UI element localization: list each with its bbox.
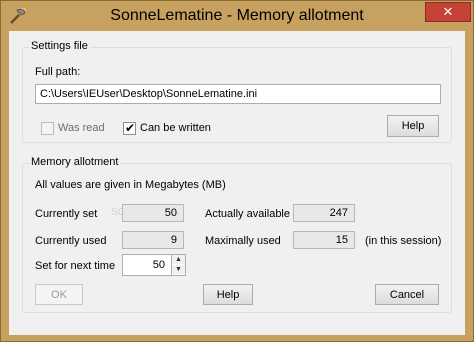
memory-allotment-group-title: Memory allotment [29,156,121,168]
settings-file-group: Settings file Full path: C:\Users\IEUser… [22,40,452,143]
currently-used-label: Currently used [35,235,107,247]
help-button[interactable]: Help [203,284,253,305]
currently-used-value: 9 [122,231,184,249]
close-button[interactable]: ✕ [425,2,471,22]
actually-available-value: 247 [293,204,355,222]
full-path-field[interactable]: C:\Users\IEUser\Desktop\SonneLematine.in… [35,84,441,104]
cancel-button[interactable]: Cancel [375,284,439,305]
maximally-used-value: 15 [293,231,355,249]
checkmark-icon: ✔ [125,121,136,135]
spin-up-icon[interactable]: ▲ [172,255,185,264]
in-session-note: (in this session) [365,235,442,247]
title-bar[interactable]: SonneLematine - Memory allotment ✕ [1,1,473,31]
ok-button[interactable]: OK [35,284,83,305]
settings-file-group-title: Settings file [29,40,90,52]
maximally-used-label: Maximally used [205,235,281,247]
spinner-buttons: ▲ ▼ [171,255,185,275]
window-title: SonneLematine - Memory allotment [110,7,364,24]
was-read-label: Was read [58,122,105,134]
currently-set-label: Currently set [35,208,98,220]
currently-set-value: 50 [122,204,184,222]
set-next-value[interactable]: 50 [153,259,165,271]
dialog-client-area: Settings file Full path: C:\Users\IEUser… [9,31,465,335]
memory-allotment-group: Memory allotment All values are given in… [22,156,452,313]
can-be-written-checkbox[interactable]: ✔ [123,121,136,135]
app-window: SonneLematine - Memory allotment ✕ Setti… [0,0,474,342]
was-read-checkbox[interactable] [41,122,54,135]
info-text: All values are given in Megabytes (MB) [35,179,226,191]
set-next-label: Set for next time [35,260,116,272]
settings-help-button[interactable]: Help [387,115,439,137]
actually-available-label: Actually available [205,208,290,220]
full-path-label: Full path: [35,66,81,78]
can-be-written-label: Can be written [140,122,211,134]
spin-down-icon[interactable]: ▼ [172,265,185,274]
set-next-spinner[interactable]: 50 ▲ ▼ [122,254,186,276]
